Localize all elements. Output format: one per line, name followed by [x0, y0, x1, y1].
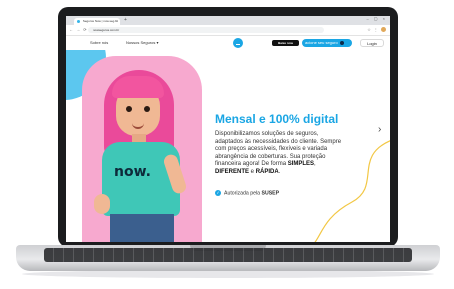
address-bar[interactable]: nowseguros.com.br [88, 27, 324, 33]
new-tab-icon[interactable]: + [124, 17, 127, 23]
favicon-icon [77, 19, 80, 23]
separator-and: e [249, 168, 256, 175]
sentence-end: . [278, 168, 281, 175]
shirt-logo-text: now. [114, 164, 151, 180]
mascot-bangs [112, 76, 164, 98]
hero-description: Disponibilizamos soluções de seguros, ad… [215, 131, 343, 177]
hero-headline: Mensal e 100% digital [215, 112, 339, 126]
emphasis-diferente: DIFERENTE [215, 168, 250, 175]
nav-about[interactable]: Sobre nós [90, 40, 108, 45]
acione-seguro-button[interactable]: acione seu seguro [302, 39, 352, 47]
check-icon: ✓ [215, 190, 221, 196]
app-store-badge[interactable]: Baixe now [272, 40, 299, 46]
site-header: Sobre nós Nossos Seguros ▾ Baixe now aci… [66, 36, 390, 50]
authorized-prefix: Autorizada pela [224, 190, 262, 197]
login-button[interactable]: Login [360, 39, 384, 47]
laptop-shadow [22, 270, 434, 278]
emphasis-rapida: RÁPIDA [255, 168, 279, 175]
cta-label: acione seu seguro [305, 40, 338, 45]
next-slide-arrow-icon[interactable]: › [378, 124, 381, 135]
mascot-illustration: now. [94, 70, 194, 242]
tab-title: Seguros Now | now.seg.br [82, 19, 118, 23]
susep-label: SUSEP [261, 190, 280, 197]
profile-icon[interactable] [381, 27, 386, 33]
hero-section: now. Mensal e 100% digital Disponibiliza… [66, 50, 390, 242]
close-icon[interactable]: × [116, 18, 118, 25]
emphasis-simples: SIMPLES [287, 161, 315, 168]
hero-description-text: Disponibilizamos soluções de seguros, ad… [215, 131, 342, 168]
browser-nav-icons[interactable]: ← → ⟳ [69, 27, 88, 32]
mascot-eye-right [144, 106, 150, 112]
laptop-screen: Seguros Now | now.seg.br × + – ▢ × ← → ⟳… [66, 16, 390, 242]
separator-comma: , [314, 161, 316, 168]
cta-dot-icon [339, 40, 344, 45]
mascot-jeans [110, 214, 174, 242]
thumbs-up-hand [94, 194, 110, 214]
extension-icons[interactable]: ☆ ⋮ [367, 27, 386, 33]
browser-toolbar: ← → ⟳ nowseguros.com.br ☆ ⋮ [66, 25, 390, 36]
brand-logo-icon[interactable] [233, 38, 243, 48]
browser-tab[interactable]: Seguros Now | now.seg.br × [74, 18, 120, 25]
browser-tab-bar: Seguros Now | now.seg.br × + – ▢ × [66, 16, 390, 25]
url-text: nowseguros.com.br [93, 28, 120, 32]
window-controls-icon[interactable]: – ▢ × [366, 16, 387, 21]
susep-authorization: ✓ Autorizada pela SUSEP [215, 190, 279, 196]
mascot-eye-left [126, 106, 132, 112]
laptop-keyboard [44, 248, 412, 262]
nav-insurance-menu[interactable]: Nossos Seguros ▾ [126, 40, 158, 45]
